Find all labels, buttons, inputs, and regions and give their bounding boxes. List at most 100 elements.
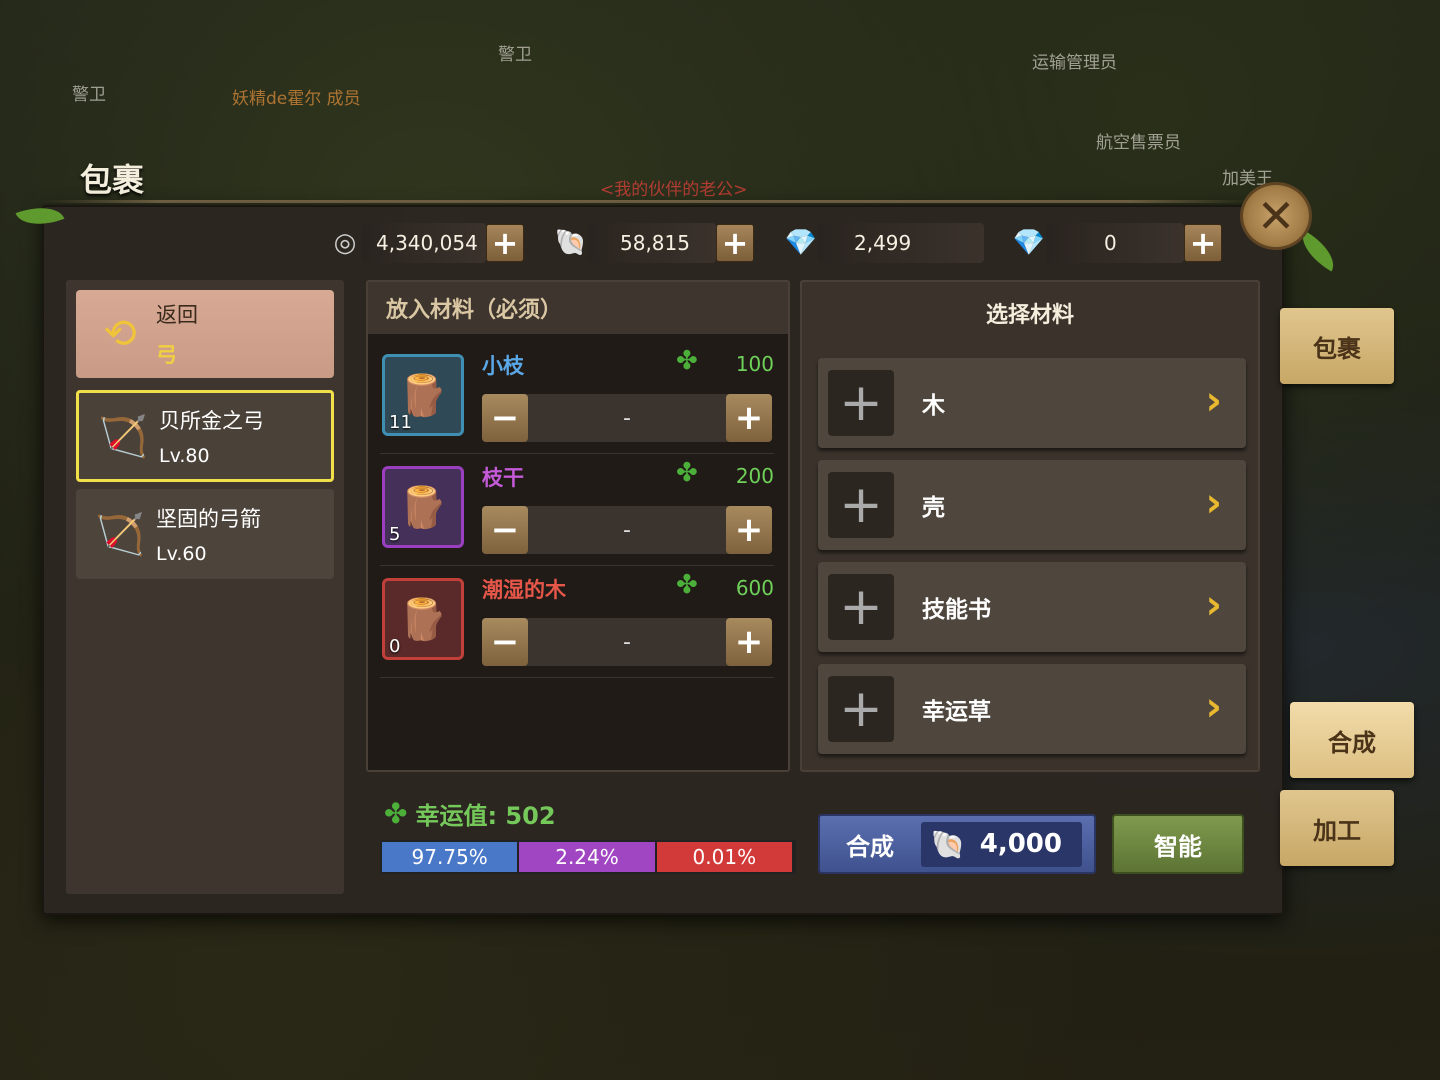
chevron-right-icon: › bbox=[1205, 480, 1222, 526]
clover-icon: ✤ bbox=[676, 346, 698, 376]
background-name-label: 运输管理员 bbox=[1032, 53, 1117, 73]
material-quantity: 11 bbox=[389, 412, 412, 433]
probability-segment: 97.75% bbox=[382, 842, 520, 872]
material-row: 🪵 11 小枝 ✤ 100 − - + bbox=[380, 344, 774, 454]
recipe-level: Lv.60 bbox=[156, 543, 207, 565]
clover-icon: ✤ bbox=[384, 797, 408, 830]
currency-diamond: 💎 0 + bbox=[1012, 222, 1222, 264]
tab-synthesis[interactable]: 合成 bbox=[1290, 702, 1414, 778]
close-icon: ✕ bbox=[1256, 189, 1296, 243]
synthesize-button[interactable]: 合成 🐚 4,000 bbox=[818, 814, 1096, 874]
clover-icon: ✤ bbox=[676, 570, 698, 600]
slot-label: 幸运草 bbox=[922, 699, 991, 725]
material-slot[interactable]: + 技能书 › bbox=[818, 562, 1246, 652]
refresh-arrows-icon: ⟲ bbox=[103, 311, 137, 357]
locked-diamond-amount: 2,499 bbox=[818, 223, 984, 263]
luck-value-label: 幸运值: 502 bbox=[415, 802, 556, 830]
slot-label: 木 bbox=[922, 393, 945, 419]
clover-icon: ✤ bbox=[676, 458, 698, 488]
background-name-label: 航空售票员 bbox=[1096, 133, 1181, 153]
quantity-stepper: − - + bbox=[482, 394, 772, 442]
material-name: 小枝 bbox=[482, 354, 524, 378]
material-row: 🪵 0 潮湿的木 ✤ 600 − - + bbox=[380, 568, 774, 678]
quantity-value: - bbox=[623, 517, 631, 543]
tab-processing[interactable]: 加工 bbox=[1280, 790, 1394, 866]
material-luck-value: 200 bbox=[735, 464, 774, 488]
material-luck-value: 600 bbox=[735, 576, 774, 600]
add-diamond-button[interactable]: + bbox=[1184, 224, 1222, 262]
panel-title: 包裹 bbox=[80, 161, 145, 199]
recipe-item[interactable]: 🏹 坚固的弓箭 Lv.60 bbox=[76, 489, 334, 579]
synthesize-cost: 🐚 4,000 bbox=[920, 821, 1082, 867]
title-divider bbox=[40, 200, 1250, 203]
material-slot[interactable]: + 木 › bbox=[818, 358, 1246, 448]
material-slot[interactable]: + 幸运草 › bbox=[818, 664, 1246, 754]
quantity-stepper: − - + bbox=[482, 506, 772, 554]
quantity-value: - bbox=[623, 405, 631, 431]
add-material-button[interactable]: + bbox=[828, 574, 894, 640]
silver-amount: 4,340,054 bbox=[362, 223, 486, 263]
bow-icon: 🏹 bbox=[98, 413, 148, 460]
material-row: 🪵 5 枝干 ✤ 200 − - + bbox=[380, 456, 774, 566]
smart-fill-button[interactable]: 智能 bbox=[1112, 814, 1244, 874]
background-name-label: 妖精de霍尔 成员 bbox=[232, 89, 361, 109]
add-silver-button[interactable]: + bbox=[486, 224, 524, 262]
add-material-button[interactable]: + bbox=[828, 370, 894, 436]
recipe-item-selected[interactable]: 🏹 贝所金之弓 Lv.80 bbox=[76, 390, 334, 482]
slot-label: 壳 bbox=[922, 495, 945, 521]
currency-shell: 🐚 58,815 + bbox=[554, 222, 754, 264]
back-label: 返回 bbox=[156, 303, 198, 327]
currency-silver: ◎ 4,340,054 + bbox=[328, 222, 524, 264]
decrease-button[interactable]: − bbox=[482, 618, 528, 666]
add-material-button[interactable]: + bbox=[828, 472, 894, 538]
locked-diamond-icon: 💎 bbox=[784, 228, 818, 258]
bow-icon: 🏹 bbox=[95, 511, 145, 558]
increase-button[interactable]: + bbox=[726, 394, 772, 442]
material-quantity: 5 bbox=[389, 524, 401, 545]
required-materials-title: 放入材料（必须） bbox=[368, 282, 788, 334]
material-thumbnail[interactable]: 🪵 0 bbox=[382, 578, 464, 660]
select-materials-title: 选择材料 bbox=[985, 303, 1074, 328]
probability-segment: 0.01% bbox=[656, 842, 794, 872]
diamond-icon: 💎 bbox=[1012, 228, 1046, 258]
wood-log-icon: 🪵 bbox=[398, 596, 448, 643]
material-slot[interactable]: + 壳 › bbox=[818, 460, 1246, 550]
material-name: 枝干 bbox=[482, 466, 524, 490]
add-material-button[interactable]: + bbox=[828, 676, 894, 742]
decrease-button[interactable]: − bbox=[482, 394, 528, 442]
increase-button[interactable]: + bbox=[726, 618, 772, 666]
decrease-button[interactable]: − bbox=[482, 506, 528, 554]
background-name-label: 警卫 bbox=[498, 45, 532, 65]
shell-icon: 🐚 bbox=[930, 827, 966, 861]
material-name: 潮湿的木 bbox=[482, 578, 566, 602]
chevron-right-icon: › bbox=[1205, 684, 1222, 730]
cost-amount: 4,000 bbox=[979, 829, 1062, 859]
probability-segment: 2.24% bbox=[519, 842, 657, 872]
recipe-name: 贝所金之弓 bbox=[159, 409, 264, 433]
background-name-label: <我的伙伴的老公> bbox=[600, 180, 748, 200]
slot-label: 技能书 bbox=[922, 597, 991, 623]
background-name-label: 警卫 bbox=[72, 85, 106, 105]
recipe-back-button[interactable]: ⟲ 返回 弓 bbox=[76, 290, 334, 378]
shell-amount: 58,815 bbox=[588, 223, 716, 263]
recipe-name: 坚固的弓箭 bbox=[156, 507, 261, 531]
tab-inventory[interactable]: 包裹 bbox=[1280, 308, 1394, 384]
material-thumbnail[interactable]: 🪵 5 bbox=[382, 466, 464, 548]
synthesize-label: 合成 bbox=[846, 832, 894, 861]
shell-icon: 🐚 bbox=[554, 228, 588, 258]
material-thumbnail[interactable]: 🪵 11 bbox=[382, 354, 464, 436]
add-shell-button[interactable]: + bbox=[716, 224, 754, 262]
success-probability-bar: 97.75% 2.24% 0.01% bbox=[380, 840, 796, 874]
quantity-stepper: − - + bbox=[482, 618, 772, 666]
category-label: 弓 bbox=[156, 343, 177, 367]
wood-log-icon: 🪵 bbox=[398, 484, 448, 531]
close-button[interactable]: ✕ bbox=[1240, 182, 1312, 250]
silver-coin-icon: ◎ bbox=[333, 228, 357, 258]
currency-locked-diamond: 💎 2,499 bbox=[784, 222, 984, 264]
chevron-right-icon: › bbox=[1205, 582, 1222, 628]
chevron-right-icon: › bbox=[1205, 378, 1222, 424]
recipe-level: Lv.80 bbox=[159, 445, 210, 467]
increase-button[interactable]: + bbox=[726, 506, 772, 554]
material-quantity: 0 bbox=[389, 636, 401, 657]
quantity-value: - bbox=[623, 629, 631, 655]
